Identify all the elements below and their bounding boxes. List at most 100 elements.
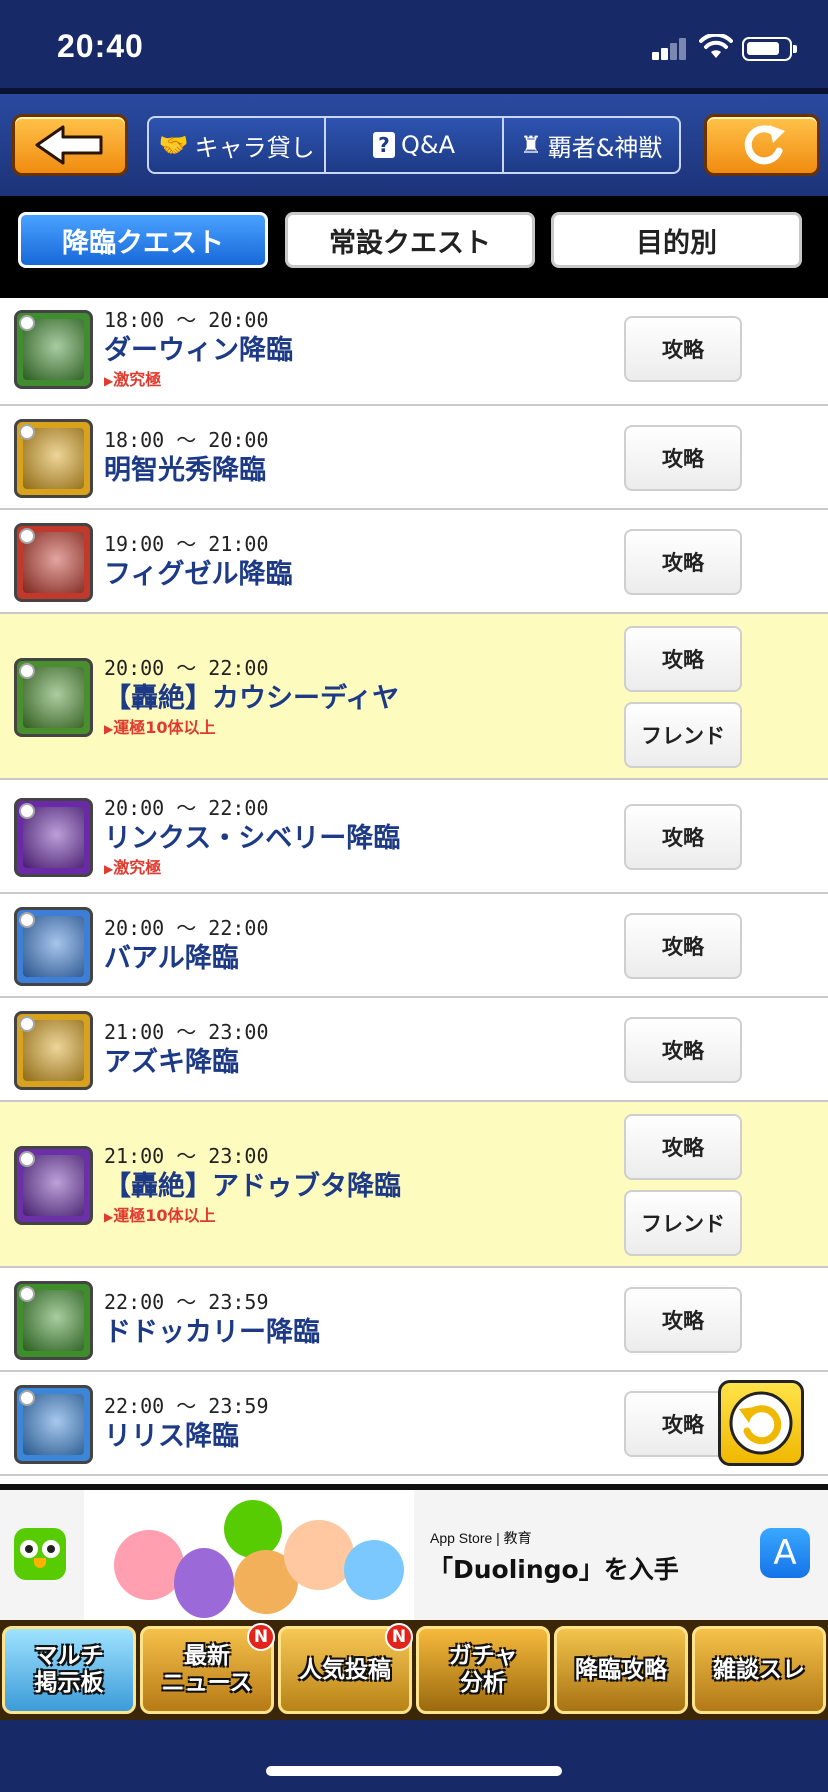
quest-time: 19:00 〜 21:00 [104,532,269,556]
quest-name[interactable]: リリス降臨 [104,1419,269,1455]
monster-thumbnail[interactable] [14,309,93,389]
quest-difficulty-label: 激究極 [113,370,162,389]
monster-thumbnail[interactable] [14,1145,93,1225]
new-badge: N [385,1623,413,1651]
monster-thumbnail[interactable] [14,797,93,877]
quest-info: 21:00 〜 23:00 【轟絶】アドゥブタ降臨 ▶運極10体以上 [104,1143,401,1227]
quest-time: 20:00 〜 22:00 [104,796,269,820]
ad-cta[interactable]: 「Duolingo」を入手 [428,1550,679,1586]
quest-name[interactable]: アズキ降臨 [104,1045,269,1081]
quest-name[interactable]: バアル降臨 [104,941,269,977]
element-icon [19,314,35,331]
quest-info: 19:00 〜 21:00 フィグゼル降臨 [104,531,292,593]
quest-name[interactable]: ドドッカリー降臨 [104,1315,320,1351]
quest-row[interactable]: 21:00 〜 23:00 アズキ降臨 攻略 [0,998,828,1102]
quest-name[interactable]: 【轟絶】アドゥブタ降臨 [104,1169,401,1205]
ad-banner[interactable]: App Store | 教育 「Duolingo」を入手 A [0,1490,828,1620]
strategy-button[interactable]: 攻略 [624,804,742,870]
quest-name[interactable]: フィグゼル降臨 [104,557,292,593]
menu-popular-posts[interactable]: 人気投稿 N [278,1623,413,1714]
floating-refresh-button[interactable] [718,1380,804,1466]
battery-icon [742,37,797,61]
segment-boss[interactable]: ♜ 覇者&神獣 [504,118,679,172]
element-icon [19,802,35,819]
play-marker-icon: ▶ [104,722,114,736]
quest-row[interactable]: 22:00 〜 23:59 ドドッカリー降臨 攻略 [0,1268,828,1372]
question-icon: ? [372,132,395,158]
element-icon [19,1150,35,1167]
ad-store-line: App Store | 教育 [430,1530,532,1546]
quest-difficulty-tag: ▶激究極 [104,857,400,879]
quest-difficulty-label: 運極10体以上 [113,718,216,737]
monster-thumbnail[interactable] [14,906,93,986]
monster-thumbnail[interactable] [14,522,93,602]
menu-multi-line1: マルチ [34,1643,104,1669]
play-marker-icon: ▶ [104,374,114,388]
menu-descent-strategy[interactable]: 降臨攻略 [554,1626,688,1714]
strategy-button[interactable]: 攻略 [624,529,742,595]
back-arrow-icon [35,125,103,165]
segment-qa[interactable]: ? Q&A [326,118,504,172]
menu-gacha-analysis[interactable]: ガチャ 分析 [416,1626,550,1714]
quest-time: 18:00 〜 20:00 [104,428,269,452]
ad-illustration [84,1490,414,1620]
status-bar: 20:40 [0,0,828,88]
back-button[interactable] [12,114,128,176]
quest-tabs: 降臨クエスト 常設クエスト 目的別 [0,196,828,298]
segment-qa-label: Q&A [400,131,455,159]
quest-list[interactable]: 18:00 〜 20:00 ダーウィン降臨 ▶激究極 攻略 18:00 〜 20:00 明… [0,298,828,1484]
tab-permanent-quest[interactable]: 常設クエスト [285,212,535,268]
wifi-icon [699,34,733,58]
segment-nav: 🤝 キャラ貸し ? Q&A ♜ 覇者&神獣 [147,116,681,174]
quest-row[interactable]: 22:00 〜 23:59 リリス降臨 攻略 [0,1372,828,1476]
monster-thumbnail[interactable] [14,1280,93,1360]
monster-thumbnail[interactable] [14,657,93,737]
quest-row[interactable]: 19:00 〜 21:00 フィグゼル降臨 攻略 [0,510,828,614]
strategy-button[interactable]: 攻略 [624,626,742,692]
strategy-button[interactable]: 攻略 [624,1114,742,1180]
menu-popular-label: 人気投稿 [299,1656,391,1683]
quest-row[interactable]: 18:00 〜 20:00 ダーウィン降臨 ▶激究極 攻略 [0,298,828,406]
quest-info: 22:00 〜 23:59 リリス降臨 [104,1393,269,1455]
quest-difficulty-label: 激究極 [113,858,162,877]
menu-chat-thread[interactable]: 雑談スレ [692,1626,826,1714]
reload-button[interactable] [704,114,820,176]
strategy-button[interactable]: 攻略 [624,1017,742,1083]
quest-row[interactable]: 18:00 〜 20:00 明智光秀降臨 攻略 [0,406,828,510]
friend-button[interactable]: フレンド [624,1190,742,1256]
strategy-button[interactable]: 攻略 [624,1287,742,1353]
menu-multi-board[interactable]: マルチ 掲示板 [2,1626,136,1714]
strategy-button[interactable]: 攻略 [624,425,742,491]
quest-row[interactable]: 20:00 〜 22:00 バアル降臨 攻略 [0,894,828,998]
top-navigation: 🤝 キャラ貸し ? Q&A ♜ 覇者&神獣 [0,88,828,196]
element-icon [19,662,35,679]
monster-thumbnail[interactable] [14,1384,93,1464]
quest-time: 18:00 〜 20:00 [104,308,269,332]
app-store-icon[interactable]: A [760,1528,810,1578]
segment-chara-lend[interactable]: 🤝 キャラ貸し [149,118,327,172]
quest-row[interactable]: 20:00 〜 22:00 リンクス・シベリー降臨 ▶激究極 攻略 [0,780,828,894]
quest-row[interactable]: 21:00 〜 23:00 【轟絶】アドゥブタ降臨 ▶運極10体以上 攻略フレンド [0,1102,828,1268]
quest-name[interactable]: 明智光秀降臨 [104,453,269,489]
friend-button[interactable]: フレンド [624,702,742,768]
home-indicator[interactable] [266,1766,562,1776]
quest-time: 21:00 〜 23:00 [104,1144,269,1168]
quest-name[interactable]: リンクス・シベリー降臨 [104,821,400,857]
quest-name[interactable]: 【轟絶】カウシーディヤ [104,681,399,717]
monster-thumbnail[interactable] [14,1010,93,1090]
monster-thumbnail[interactable] [14,418,93,498]
tab-by-purpose[interactable]: 目的別 [551,212,802,268]
strategy-button[interactable]: 攻略 [624,316,742,382]
element-icon [19,423,35,440]
menu-chat-label: 雑談スレ [713,1656,805,1683]
menu-news-line2: ニュース [161,1670,253,1696]
quest-difficulty-tag: ▶運極10体以上 [104,717,399,739]
quest-name[interactable]: ダーウィン降臨 [104,333,293,369]
menu-gacha-line2: 分析 [460,1670,506,1696]
rook-icon: ♜ [520,131,542,159]
quest-row[interactable]: 20:00 〜 22:00 【轟絶】カウシーディヤ ▶運極10体以上 攻略 フレンド [0,614,828,780]
strategy-button[interactable]: 攻略 [624,913,742,979]
menu-latest-news[interactable]: 最新 ニュース N [140,1623,275,1714]
tab-descent-quest[interactable]: 降臨クエスト [18,212,268,268]
refresh-icon [729,1391,793,1455]
